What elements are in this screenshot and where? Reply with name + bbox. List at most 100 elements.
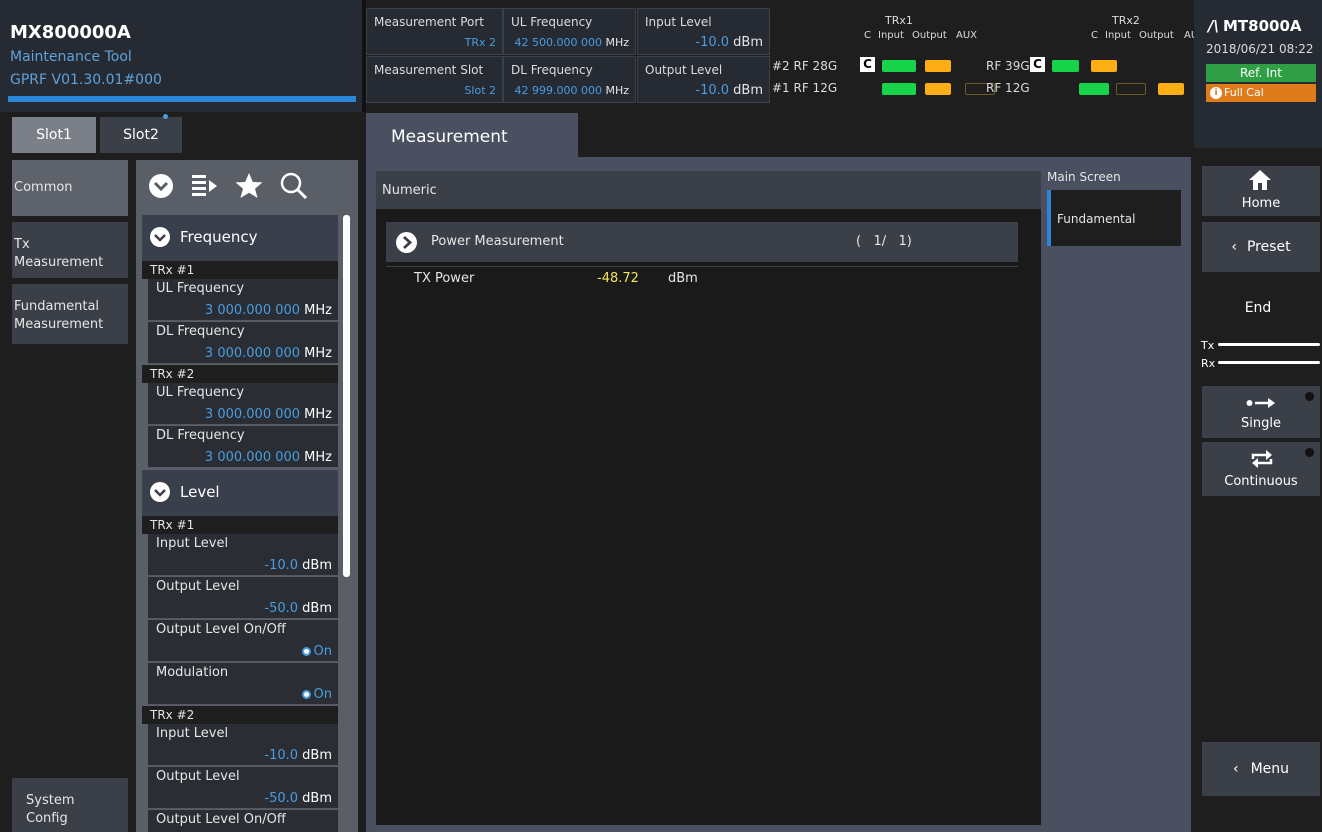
dl-frequency-label: DL Frequency [511,63,593,77]
trx1-row1-input-indicator [882,83,916,95]
trx2-output-level-param[interactable]: Output Level -50.0 dBm [148,767,338,809]
chevron-right-icon [396,232,417,253]
trx1-input-indicator [882,60,916,72]
param-value: 3 000.000 000 MHz [204,303,332,318]
measurement-slot-label: Measurement Slot [374,63,484,77]
nav-tx-measurement[interactable]: Tx Measurement [12,222,128,278]
trx1-title: TRx1 [885,14,913,27]
trx1-modulation-param[interactable]: Modulation On [148,663,338,705]
measurement-slot-value: Slot 2 [464,84,496,97]
measurement-port-label: Measurement Port [374,15,484,29]
chevron-down-icon [150,227,170,247]
trx1-col-aux: AUX [956,30,978,41]
tab-slot1[interactable]: Slot1 [12,117,96,153]
slot2-indicator-dot [163,114,168,119]
trx1-dl-frequency-param[interactable]: DL Frequency 3 000.000 000 MHz [148,322,338,364]
trx2-output-onoff-param[interactable]: Output Level On/Off [148,810,338,832]
radio-on-icon [301,647,311,656]
param-name: Output Level On/Off [156,812,286,827]
param-name: DL Frequency [156,428,245,443]
trx1-ul-frequency-param[interactable]: UL Frequency 3 000.000 000 MHz [148,279,338,321]
trx2-col-output: Output [1139,30,1174,41]
trx1-output-level-param[interactable]: Output Level -50.0 dBm [148,577,338,619]
continuous-indicator [1305,448,1314,457]
app-title-panel: MX800000A Maintenance Tool GPRF V01.30.0… [0,0,366,112]
ul-frequency-value: 42 500.000 000 MHz [514,36,629,49]
numeric-panel-title: Numeric [376,171,1041,209]
param-value: -50.0 dBm [264,601,332,616]
trx1-output-indicator [925,60,951,72]
param-name: Output Level [156,579,240,594]
param-name: Input Level [156,536,229,551]
trx2-dl-frequency-param[interactable]: DL Frequency 3 000.000 000 MHz [148,426,338,468]
settings-scrollbar[interactable] [343,215,350,577]
power-measurement-title: Power Measurement [431,234,564,249]
frequency-trx2-header: TRx #2 [142,365,338,383]
favorite-star-icon[interactable] [234,171,264,201]
instrument-status-panel: /\ MT8000A 2018/06/21 08:22 Ref. Int i Ful… [1194,0,1322,148]
screen-item-fundamental[interactable]: Fundamental [1047,190,1181,246]
ul-frequency-label: UL Frequency [511,15,593,29]
trx2-input-level-param[interactable]: Input Level -10.0 dBm [148,724,338,766]
trx2-input-indicator [1052,60,1079,72]
screen-list: Main Screen Fundamental [1043,160,1181,250]
power-measurement-page: ( 1/ 1) [856,234,912,249]
nav-fundamental-measurement[interactable]: Fundamental Measurement [12,284,128,344]
single-button[interactable]: Single [1202,386,1320,438]
trx1-input-level-param[interactable]: Input Level -10.0 dBm [148,534,338,576]
instrument-brand: /\ MT8000A [1208,17,1302,35]
trx1-row1-label: #1 RF 12G [772,81,838,95]
trx2-ul-frequency-param[interactable]: UL Frequency 3 000.000 000 MHz [148,383,338,425]
param-value: 3 000.000 000 MHz [204,346,332,361]
frequency-group-header[interactable]: Frequency [142,215,338,261]
tx-power-unit: dBm [668,271,698,286]
tab-slot2[interactable]: Slot2 [100,114,182,153]
app-name: Maintenance Tool [10,49,132,65]
preset-button[interactable]: ‹ Preset [1202,222,1320,272]
date-time: 2018/06/21 08:22 [1206,42,1314,56]
power-measurement-group[interactable]: Power Measurement ( 1/ 1) [386,222,1018,262]
single-indicator [1305,392,1314,401]
level-trx2-header: TRx #2 [142,706,338,724]
trx1-row2-label: #2 RF 28G [772,59,838,73]
frequency-trx1-header: TRx #1 [142,261,338,279]
measurement-slot-cell[interactable]: Measurement Slot Slot 2 [366,56,503,103]
home-button[interactable]: Home [1202,166,1320,216]
trx1-output-onoff-param[interactable]: Output Level On/Off On [148,620,338,662]
trx2-row2-label: RF 39G [986,59,1030,73]
param-value: -10.0 dBm [264,558,332,573]
input-level-value: -10.0 dBm [695,35,763,50]
dl-frequency-cell[interactable]: DL Frequency 42 999.000 000 MHz [503,56,636,103]
single-arrow-icon [1246,398,1275,408]
ul-frequency-cell[interactable]: UL Frequency 42 500.000 000 MHz [503,8,636,55]
menu-button[interactable]: ‹ Menu [1202,742,1320,796]
collapse-all-icon[interactable] [148,173,174,199]
list-select-icon[interactable] [190,172,218,200]
trx2-row1-label: RF 12G [986,81,1030,95]
ref-int-badge: Ref. Int [1206,64,1316,82]
tx-status-line [1218,343,1320,346]
nav-common[interactable]: Common [12,160,128,216]
divider [386,266,1018,267]
trx1-col-c: C [864,30,871,41]
trx1-col-output: Output [912,30,947,41]
param-name: UL Frequency [156,385,245,400]
app-model: MX800000A [10,22,131,43]
trx2-row1-output-indicator [1116,83,1146,95]
trx1-col-input: Input [878,30,904,41]
home-icon [1249,170,1271,190]
continuous-button[interactable]: Continuous [1202,442,1320,496]
level-group-header[interactable]: Level [142,470,338,516]
output-level-cell[interactable]: Output Level -10.0 dBm [637,56,770,103]
end-label: End [1244,300,1272,316]
param-name: Output Level On/Off [156,622,286,637]
trx2-title: TRx2 [1112,14,1140,27]
measurement-port-cell[interactable]: Measurement Port TRx 2 [366,8,503,55]
param-value: 3 000.000 000 MHz [204,450,332,465]
tab-measurement[interactable]: Measurement [366,113,578,157]
search-icon[interactable] [279,171,309,201]
nav-system-config[interactable]: System Config [12,778,128,832]
input-level-cell[interactable]: Input Level -10.0 dBm [637,8,770,55]
numeric-panel [376,171,1041,825]
tx-power-value: -48.72 [597,271,639,286]
